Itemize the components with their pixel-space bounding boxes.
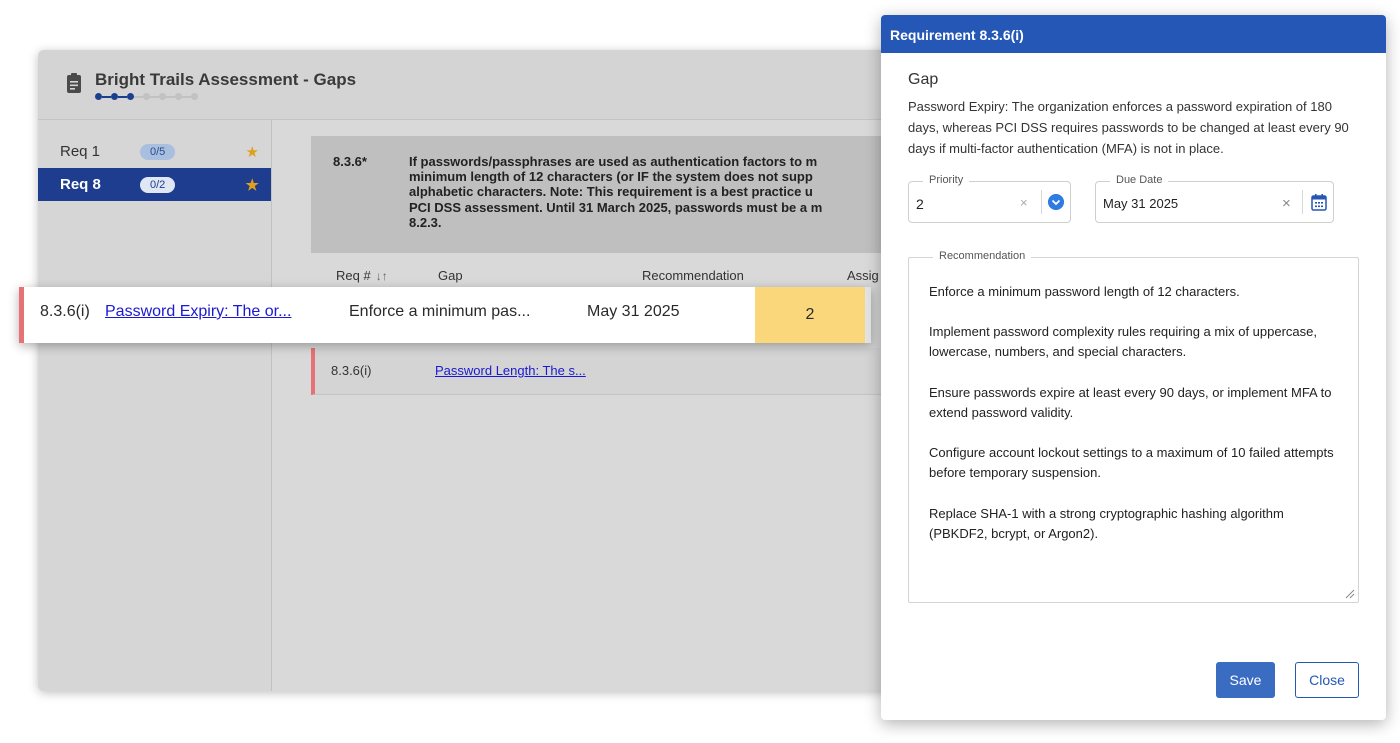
step-dot [191, 93, 198, 100]
clear-icon[interactable]: × [1282, 195, 1291, 212]
sort-icon[interactable]: ↓↑ [376, 269, 388, 283]
priority-value: 2 [916, 196, 924, 212]
requirement-code: 8.3.6* [333, 154, 367, 169]
gap-link[interactable]: Password Length: The s... [435, 363, 586, 378]
table-row[interactable]: 8.3.6(i) Password Length: The s... [311, 348, 900, 395]
row-due-date: May 31 2025 [587, 303, 680, 320]
recommendation-label: Recommendation [933, 250, 1032, 262]
star-icon[interactable]: ★ [246, 143, 259, 161]
resize-handle-icon[interactable] [1343, 587, 1355, 599]
row-priority: 2 [755, 287, 865, 343]
gap-heading: Gap [908, 71, 939, 88]
gap-description: Password Expiry: The organization enforc… [908, 99, 1349, 156]
step-dot [127, 93, 134, 100]
star-icon[interactable]: ★ [246, 176, 259, 194]
chevron-down-icon[interactable] [1048, 194, 1064, 210]
column-header-gap[interactable]: Gap [438, 268, 463, 283]
dialog-title: Requirement 8.3.6(i) [881, 15, 1386, 53]
requirements-sidebar: Req 1 0/5 ★ Req 8 0/2 ★ [38, 120, 272, 691]
step-dot [95, 93, 102, 100]
clipboard-icon [67, 73, 81, 93]
recommendation-text[interactable]: Enforce a minimum password length of 12 … [929, 282, 1339, 544]
progress-stepper [95, 93, 198, 100]
step-dot [143, 93, 150, 100]
step-dot [111, 93, 118, 100]
sidebar-item-req-8[interactable]: Req 8 0/2 ★ [38, 168, 271, 201]
app-header: Bright Trails Assessment - Gaps [38, 50, 900, 120]
requirement-text: If passwords/passphrases are used as aut… [409, 154, 823, 230]
column-header-assignee[interactable]: Assig [847, 268, 879, 283]
row-recommendation: Enforce a minimum pas... [349, 303, 531, 320]
row-req-number: 8.3.6(i) [40, 303, 90, 320]
save-button[interactable]: Save [1216, 662, 1275, 698]
table-row-highlighted[interactable]: 8.3.6(i) Password Expiry: The or... Enfo… [19, 287, 871, 343]
sidebar-item-label: Req 8 [60, 176, 101, 193]
column-header-recommendation[interactable]: Recommendation [642, 268, 744, 283]
due-date-label: Due Date [1110, 174, 1169, 186]
sidebar-item-label: Req 1 [60, 143, 101, 160]
sidebar-item-req-1[interactable]: Req 1 0/5 ★ [38, 135, 271, 168]
column-header-req[interactable]: Req # ↓↑ [336, 268, 388, 283]
priority-label: Priority [923, 174, 970, 186]
step-dot [175, 93, 182, 100]
progress-badge: 0/5 [140, 143, 176, 160]
progress-badge: 0/2 [140, 176, 176, 193]
close-button[interactable]: Close [1295, 662, 1359, 698]
due-date-value: May 31 2025 [1103, 196, 1179, 211]
gap-link[interactable]: Password Expiry: The or... [105, 303, 291, 321]
calendar-icon[interactable] [1311, 193, 1327, 211]
priority-select[interactable]: Priority 2 × [908, 174, 1071, 223]
requirement-dialog: Requirement 8.3.6(i) Gap Password Expiry… [881, 15, 1386, 720]
row-req-number: 8.3.6(i) [331, 363, 372, 378]
requirement-description: 8.3.6* If passwords/passphrases are used… [311, 136, 900, 253]
due-date-picker[interactable]: Due Date May 31 2025 × [1095, 174, 1334, 223]
step-dot [159, 93, 166, 100]
clear-icon[interactable]: × [1020, 195, 1028, 210]
page-title: Bright Trails Assessment - Gaps [95, 70, 357, 89]
recommendation-textarea[interactable]: Recommendation Enforce a minimum passwor… [908, 250, 1359, 603]
assessment-window: Bright Trails Assessment - Gaps Req 1 0/… [38, 50, 900, 691]
